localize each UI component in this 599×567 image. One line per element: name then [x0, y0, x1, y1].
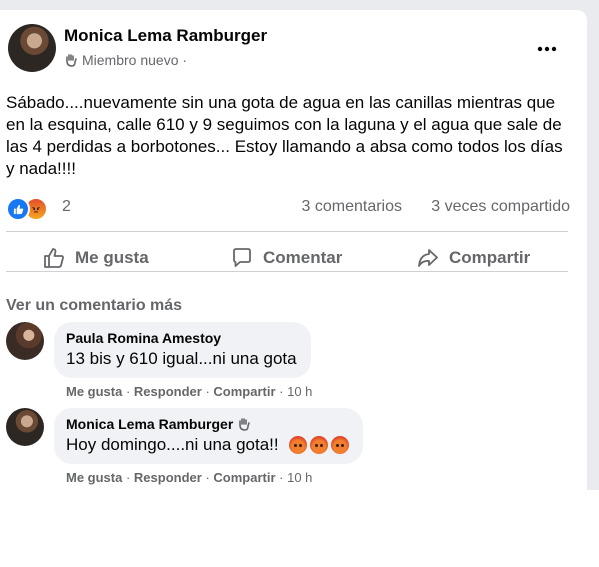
- angry-emoji-icon: [288, 436, 307, 454]
- like-button[interactable]: Me gusta: [43, 236, 149, 280]
- divider: [6, 271, 568, 272]
- commenter-avatar[interactable]: [6, 322, 44, 360]
- divider: [6, 231, 568, 232]
- comment-like-link[interactable]: Me gusta: [66, 384, 122, 399]
- post-header: Monica Lema Ramburger Miembro nuevo ·: [8, 24, 578, 80]
- share-icon: [418, 249, 438, 267]
- comment-share-link[interactable]: Compartir: [213, 384, 275, 399]
- comment-label: Comentar: [263, 248, 343, 267]
- comment-author[interactable]: Paula Romina Amestoy: [66, 330, 297, 346]
- member-badge-text: Miembro nuevo ·: [82, 52, 188, 68]
- share-button[interactable]: Compartir: [417, 236, 530, 280]
- comment-text: Hoy domingo....ni una gota!!: [66, 435, 349, 455]
- more-options-button[interactable]: [532, 34, 562, 64]
- comment-actions: Me gusta · Responder · Compartir · 10 h: [66, 384, 313, 399]
- comment-bubble: Paula Romina Amestoy 13 bis y 610 igual.…: [54, 322, 311, 378]
- comment-timestamp[interactable]: 10 h: [287, 470, 312, 485]
- comment-text-content: Hoy domingo....ni una gota!!: [66, 435, 279, 454]
- post-body-text: Sábado....nuevamente sin una gota de agu…: [6, 93, 563, 178]
- like-icon: [6, 197, 30, 221]
- like-label: Me gusta: [75, 248, 149, 267]
- commenter-avatar[interactable]: [6, 408, 44, 446]
- comment-button[interactable]: Comentar: [231, 236, 342, 280]
- angry-emoji-icon: [309, 436, 328, 454]
- comment-item: Monica Lema Ramburger Hoy domingo....ni …: [6, 408, 576, 488]
- share-label: Compartir: [449, 248, 531, 267]
- member-badge: Miembro nuevo ·: [64, 52, 187, 68]
- more-options-icon: [537, 46, 557, 52]
- waving-hand-icon: [237, 417, 251, 431]
- comment-bubble: Monica Lema Ramburger Hoy domingo....ni …: [54, 408, 363, 464]
- reaction-icons[interactable]: [6, 197, 48, 221]
- reactions-summary: 2 3 comentarios 3 veces compartido: [6, 196, 570, 221]
- shares-count[interactable]: 3 veces compartido: [431, 198, 570, 216]
- comment-text: 13 bis y 610 igual...ni una gota: [66, 349, 297, 368]
- comment-reply-link[interactable]: Responder: [134, 470, 202, 485]
- comment-timestamp[interactable]: 10 h: [287, 384, 312, 399]
- comment-icon: [233, 248, 251, 267]
- comment-share-link[interactable]: Compartir: [213, 470, 275, 485]
- comment-author[interactable]: Monica Lema Ramburger: [66, 416, 349, 432]
- reaction-count[interactable]: 2: [62, 198, 71, 216]
- comments-count[interactable]: 3 comentarios: [302, 198, 403, 216]
- author-avatar[interactable]: [8, 24, 56, 72]
- comment-like-link[interactable]: Me gusta: [66, 470, 122, 485]
- comment-actions: Me gusta · Responder · Compartir · 10 h: [66, 470, 313, 485]
- thumbs-up-icon: [44, 248, 64, 268]
- view-more-comments-link[interactable]: Ver un comentario más: [6, 297, 182, 315]
- comment-reply-link[interactable]: Responder: [134, 384, 202, 399]
- author-name[interactable]: Monica Lema Ramburger: [64, 26, 267, 46]
- post-card: Monica Lema Ramburger Miembro nuevo · Sá…: [0, 10, 587, 490]
- comment-item: Paula Romina Amestoy 13 bis y 610 igual.…: [6, 322, 576, 402]
- angry-emoji-icon: [330, 436, 349, 454]
- waving-hand-icon: [64, 53, 78, 67]
- post-action-bar: Me gusta Comentar Compartir: [6, 236, 568, 280]
